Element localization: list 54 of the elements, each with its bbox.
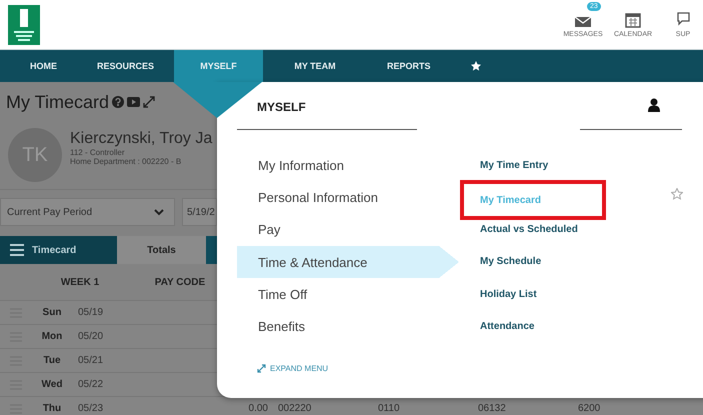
table-cell-text: 002220 (277, 403, 312, 414)
day-cell-text: Mon (40, 331, 64, 342)
date-cell-text: 05/19 (77, 307, 104, 318)
employee-name: Kierczynski, Troy Ja (70, 130, 212, 148)
timecard-tab[interactable]: Totals (117, 236, 206, 264)
nav-tab[interactable]: HOME (10, 50, 77, 82)
timecard-tab[interactable]: Timecard (0, 236, 117, 264)
menu-category[interactable]: Time & Attendance (237, 246, 459, 278)
date-cell-text: 05/23 (77, 403, 104, 414)
chevron-down-icon (154, 208, 164, 216)
table-cell-text: 0110 (378, 403, 401, 414)
date-cell-text: 05/22 (77, 379, 104, 390)
video-icon[interactable] (127, 96, 140, 108)
home-department: Home Department : 002220 - B (70, 157, 182, 166)
expand-icon[interactable] (143, 96, 156, 108)
day-cell-text: Sun (42, 307, 62, 318)
menu-link[interactable]: My Schedule (480, 246, 602, 278)
menu-link[interactable]: My Time Entry (480, 149, 602, 182)
menu-link[interactable]: Attendance (480, 310, 602, 342)
nav-tab[interactable]: REPORTS (367, 50, 451, 82)
date-cell-text: 05/21 (77, 355, 104, 366)
menu-category[interactable]: Pay (237, 214, 459, 246)
menu-link[interactable]: Actual vs Scheduled (480, 213, 602, 246)
nav-tab[interactable]: MY TEAM (263, 50, 368, 82)
page-title: My Timecard (6, 92, 110, 112)
menu-category[interactable]: Personal Information (237, 181, 459, 214)
table-cell-text: 0.00 (248, 403, 268, 414)
college-logo[interactable] (8, 4, 40, 44)
day-cell-text: Thu (42, 403, 62, 414)
day-cell-text: Wed (40, 379, 64, 390)
menu-category[interactable]: Benefits (237, 310, 459, 343)
date-cell-text: 05/20 (77, 331, 104, 342)
column-header: PAY CODE (154, 276, 206, 290)
menu-link[interactable]: Holiday List (480, 278, 602, 310)
speech-bubble-icon (676, 11, 690, 28)
star-icon[interactable] (470, 61, 481, 71)
help-icon[interactable] (112, 96, 124, 108)
menu-category[interactable]: My Information (237, 149, 459, 182)
user-icon[interactable] (648, 98, 660, 112)
column-header: WEEK 1 (60, 276, 100, 290)
table-cell-text: 06132 (478, 403, 507, 414)
menu-icon[interactable] (10, 244, 24, 256)
nav-tab[interactable]: RESOURCES (77, 50, 174, 82)
day-cell-text: Tue (42, 355, 62, 366)
date-field[interactable]: 5/19/2 (182, 198, 217, 226)
expand-icon (257, 364, 266, 373)
menu-title: MYSELF (257, 100, 306, 114)
star-icon[interactable] (671, 188, 683, 200)
expand-menu-link[interactable]: EXPAND MENU (257, 364, 328, 373)
job-title: 112 - Controller (70, 148, 126, 157)
calendar-icon (625, 11, 641, 28)
pay-period-dropdown[interactable]: Current Pay Period (0, 198, 175, 226)
table-cell-text: 6200 (578, 403, 602, 414)
menu-category[interactable]: Time Off (237, 278, 459, 310)
